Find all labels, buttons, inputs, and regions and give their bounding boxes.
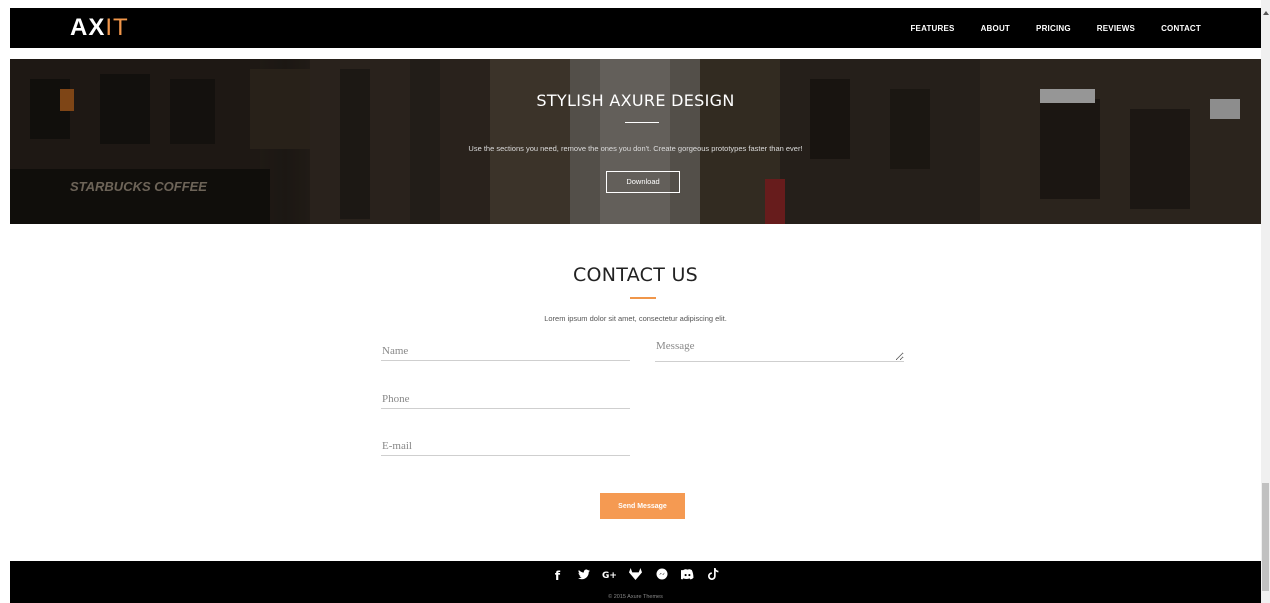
contact-divider: [630, 297, 656, 299]
navbar: AXIT FEATURES ABOUT PRICING REVIEWS CONT…: [10, 8, 1261, 48]
logo-part-1: AX: [70, 14, 106, 41]
twitter-icon[interactable]: [573, 568, 595, 584]
hero-overlay: [10, 59, 1261, 224]
gitlab-icon[interactable]: [625, 568, 647, 584]
nav-features[interactable]: FEATURES: [910, 24, 954, 33]
copyright: © 2015 Axure Themes: [608, 594, 663, 600]
contact-subtitle: Lorem ipsum dolor sit amet, consectetur …: [544, 314, 727, 323]
scroll-up-arrow-icon[interactable]: [1263, 11, 1269, 15]
footer: f G+ © 2015 Axure Themes: [10, 561, 1261, 603]
nav-reviews[interactable]: REVIEWS: [1097, 24, 1135, 33]
nav-about[interactable]: ABOUT: [981, 24, 1010, 33]
contact-title: CONTACT US: [572, 264, 699, 286]
nav-pricing[interactable]: PRICING: [1036, 24, 1071, 33]
discord-icon[interactable]: [677, 568, 699, 584]
download-button[interactable]: Download: [606, 171, 680, 193]
send-message-button[interactable]: Send Message: [600, 493, 685, 519]
messenger-icon[interactable]: [651, 568, 673, 584]
logo[interactable]: AXIT: [70, 14, 129, 42]
main-nav: FEATURES ABOUT PRICING REVIEWS CONTACT: [884, 8, 1201, 48]
hero-divider: [625, 122, 659, 123]
name-input[interactable]: [381, 341, 630, 361]
tiktok-icon[interactable]: [703, 568, 725, 584]
hero-title: STYLISH AXURE DESIGN: [536, 91, 735, 110]
social-links: f G+: [10, 568, 1261, 584]
email-input[interactable]: [381, 436, 630, 456]
top-strip: [0, 0, 1270, 8]
facebook-icon[interactable]: f: [547, 568, 569, 584]
hero-section: STARBUCKS COFFEE STYLISH AXURE DESIGN Us…: [10, 59, 1261, 224]
google-plus-icon[interactable]: G+: [599, 568, 621, 584]
message-textarea[interactable]: [655, 340, 904, 362]
hero-subtitle: Use the sections you need, remove the on…: [468, 144, 803, 153]
phone-input[interactable]: [381, 389, 630, 409]
nav-contact[interactable]: CONTACT: [1161, 24, 1201, 33]
logo-part-2: IT: [105, 14, 129, 41]
scrollbar-thumb[interactable]: [1262, 483, 1269, 591]
